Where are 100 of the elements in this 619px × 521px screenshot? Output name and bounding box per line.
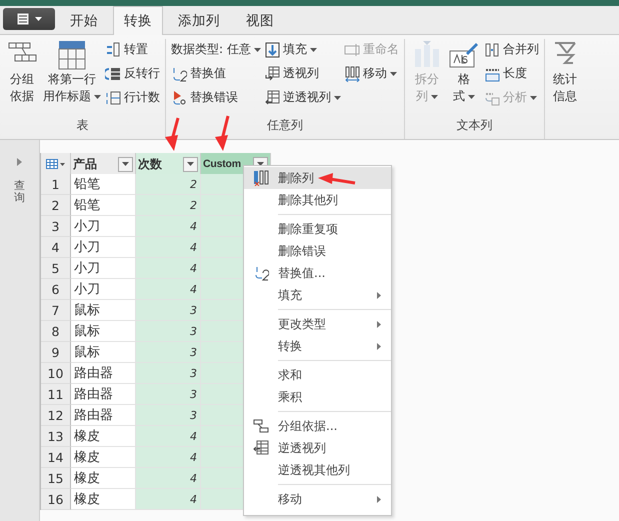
table-cell: 铅笔 [71, 174, 136, 195]
ribbon-button[interactable]: 格 式 [446, 39, 482, 106]
table-cell: 3 [136, 405, 201, 426]
group-label: 任意列 [266, 117, 303, 134]
row-number: 14 [41, 447, 71, 468]
menu-item[interactable]: 转换 [244, 335, 391, 357]
annotation-arrow [215, 116, 230, 151]
ribbon-button[interactable]: 统计 信息 [546, 39, 583, 106]
menu-item[interactable]: 替换值... [244, 262, 391, 284]
table-cell: 小刀 [71, 258, 136, 279]
ribbon-button[interactable]: 数据类型: 任意 [170, 39, 262, 60]
row-number: 15 [41, 468, 71, 489]
menu-item[interactable]: 逆透视列 [244, 437, 391, 459]
table-cell: 4 [136, 426, 201, 447]
row-number: 1 [41, 174, 71, 195]
row-number: 5 [41, 258, 71, 279]
row-number: 8 [41, 321, 71, 342]
ribbon-button[interactable]: 转置 [104, 39, 161, 60]
menu-item[interactable]: 更改类型 [244, 313, 391, 335]
table-cell: 4 [136, 489, 201, 510]
ribbon-tab[interactable]: 添加列 [167, 6, 231, 34]
menu-item[interactable]: 填充 [244, 284, 391, 306]
table-cell: 4 [136, 447, 201, 468]
ribbon-icon [344, 66, 360, 82]
row-number: 11 [41, 384, 71, 405]
ribbon-button[interactable]: 分组 依据 [4, 39, 40, 106]
ribbon-button[interactable]: 逆透视列 [262, 87, 342, 108]
ribbon-button[interactable]: 长度 [482, 63, 540, 84]
row-number: 13 [41, 426, 71, 447]
table-cell: 3 [136, 300, 201, 321]
ribbon-tab[interactable]: 视图 [235, 6, 285, 34]
filter-dropdown[interactable] [183, 156, 198, 172]
ribbon-button[interactable]: 移动 [342, 63, 400, 84]
menu-icon [253, 418, 269, 434]
table-cell: 铅笔 [71, 195, 136, 216]
menu-item[interactable]: 删除重复项 [244, 218, 391, 240]
menu-item[interactable]: 删除其他列 [244, 189, 391, 211]
ribbon-icon [171, 90, 187, 106]
menu-item[interactable]: 求和 [244, 364, 391, 386]
table-cell: 2 [136, 174, 201, 195]
menu-item[interactable]: 逆透视其他列 [244, 459, 391, 481]
table-cell: 鼠标 [71, 300, 136, 321]
row-number: 6 [41, 279, 71, 300]
column-header[interactable]: 次数 [136, 153, 201, 176]
row-number: 10 [41, 363, 71, 384]
table-cell: 鼠标 [71, 342, 136, 363]
expand-icon[interactable] [17, 158, 22, 166]
ribbon-button[interactable]: 替换错误 [170, 87, 262, 108]
column-header[interactable]: 产品 [71, 153, 136, 176]
table-cell: 路由器 [71, 363, 136, 384]
ribbon-button[interactable]: 合并列 [482, 39, 540, 60]
ribbon-button[interactable]: 透视列 [262, 63, 342, 84]
ribbon-button[interactable]: 将第一行 用作标题 [41, 39, 103, 106]
row-number: 9 [41, 342, 71, 363]
table-cell: 橡皮 [71, 468, 136, 489]
table-cell: 3 [136, 321, 201, 342]
table-cell: 路由器 [71, 384, 136, 405]
row-number: 4 [41, 237, 71, 258]
annotation-arrow [318, 173, 356, 184]
table-cell: 3 [136, 384, 201, 405]
ribbon-tab[interactable]: 转换 [113, 6, 163, 35]
group-label: 表 [76, 117, 88, 134]
table-cell: 橡皮 [71, 489, 136, 510]
ribbon-button[interactable]: 反转行 [104, 63, 161, 84]
ribbon-icon [264, 66, 280, 82]
menu-item[interactable]: 移动 [244, 488, 391, 510]
table-cell: 小刀 [71, 279, 136, 300]
menu-item[interactable]: 分组依据... [244, 415, 391, 437]
menu-item[interactable]: 删除错误 [244, 240, 391, 262]
table-cell: 4 [136, 216, 201, 237]
ribbon-button[interactable]: 填充 [262, 39, 342, 60]
ribbon-tab[interactable]: 开始 [59, 6, 109, 34]
row-number: 12 [41, 405, 71, 426]
table-cell: 3 [136, 342, 201, 363]
menu-icon [253, 440, 269, 456]
table-menu-button[interactable] [41, 153, 71, 176]
query-pane-title[interactable]: 查询 [14, 180, 25, 204]
row-number: 3 [41, 216, 71, 237]
ribbon-button[interactable]: 行计数 [104, 87, 161, 108]
table-cell: 橡皮 [71, 447, 136, 468]
ribbon-button[interactable]: 替换值 [170, 63, 262, 84]
table-cell: 3 [136, 363, 201, 384]
caret-icon [187, 162, 194, 166]
caret-icon [34, 17, 42, 21]
ribbon-icon [484, 42, 500, 58]
ribbon-icon [105, 90, 121, 106]
menu-item[interactable]: 乘积 [244, 386, 391, 408]
ribbon-icon [344, 42, 360, 58]
file-menu-button[interactable] [3, 8, 55, 30]
ribbon-icon [264, 42, 280, 58]
row-number: 16 [41, 489, 71, 510]
menu-item[interactable]: 删除列 [244, 167, 391, 189]
row-number: 7 [41, 300, 71, 321]
caret-icon [122, 162, 129, 166]
ribbon-icon [105, 42, 121, 58]
ribbon-icon [56, 39, 88, 71]
row-number: 2 [41, 195, 71, 216]
document-icon [16, 13, 28, 25]
table-cell: 2 [136, 195, 201, 216]
filter-dropdown[interactable] [118, 156, 133, 172]
